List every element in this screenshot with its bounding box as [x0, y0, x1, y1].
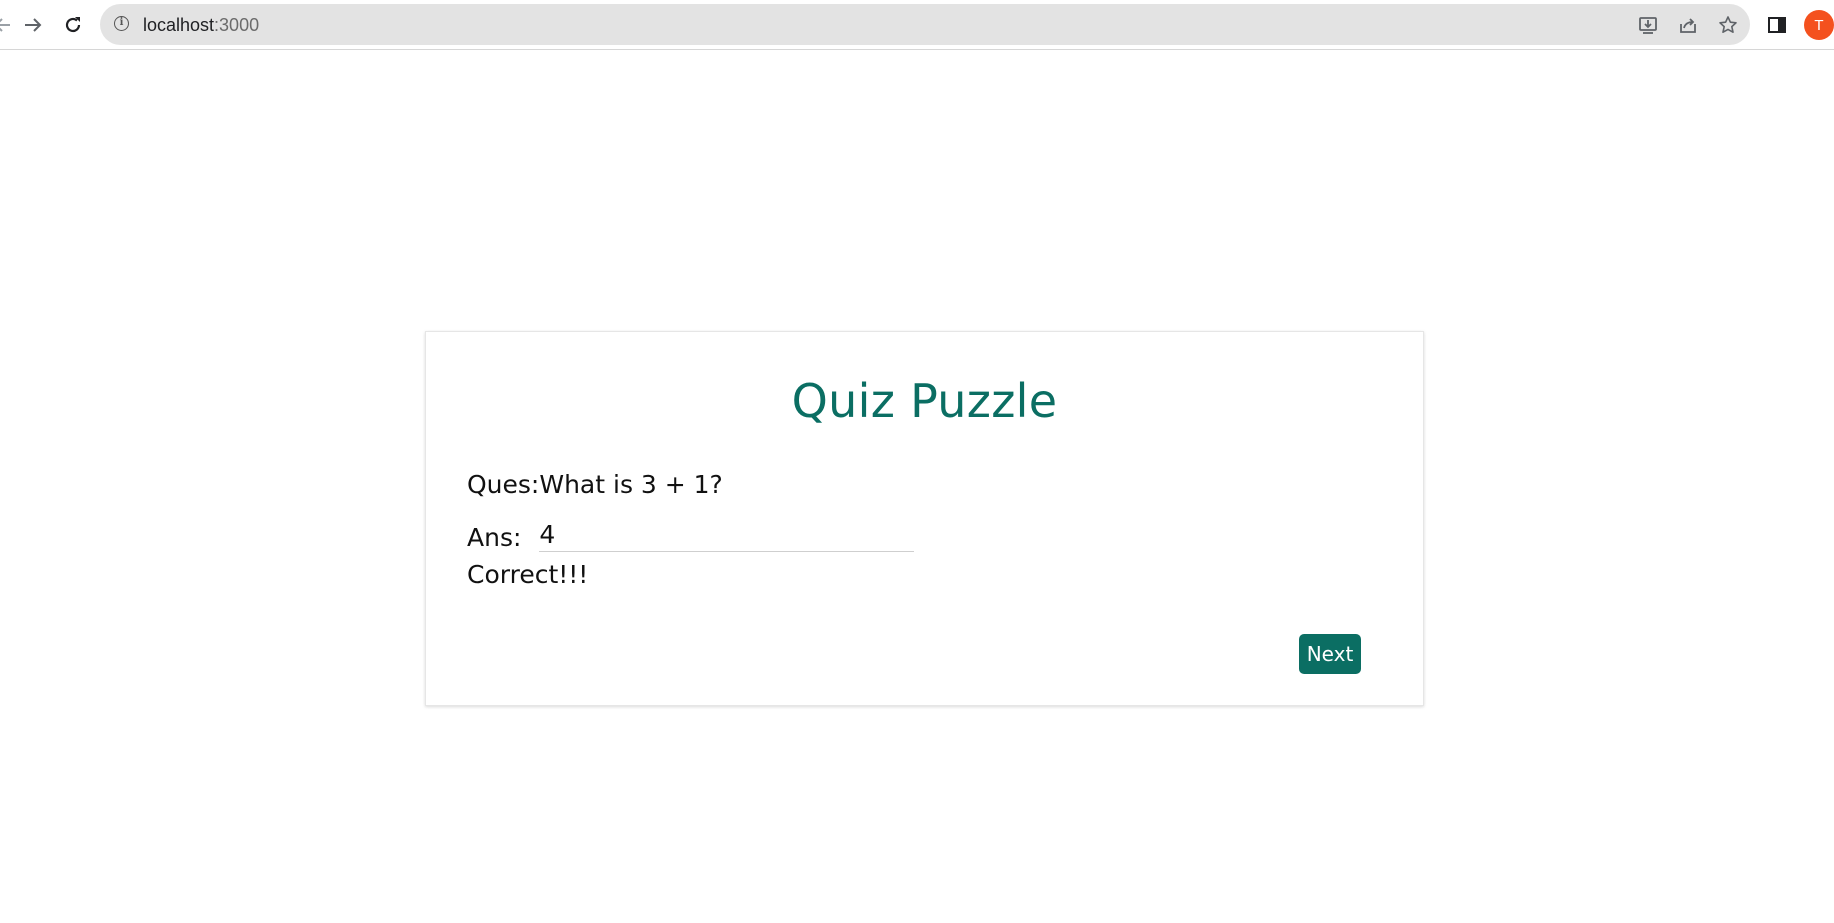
- back-icon[interactable]: [0, 10, 18, 40]
- side-panel-icon[interactable]: [1762, 10, 1792, 40]
- forward-icon[interactable]: [18, 10, 48, 40]
- url-host: localhost: [143, 15, 215, 35]
- address-bar[interactable]: i localhost:3000: [100, 4, 1750, 45]
- question-text: What is 3 + 1?: [539, 470, 723, 499]
- question-row: Ques:What is 3 + 1?: [467, 470, 723, 499]
- profile-avatar[interactable]: T: [1804, 10, 1834, 40]
- quiz-title: Quiz Puzzle: [791, 374, 1058, 428]
- answer-row: Ans:: [467, 518, 915, 552]
- url-port: :3000: [214, 15, 260, 35]
- share-icon[interactable]: [1676, 13, 1700, 37]
- profile-initial: T: [1814, 16, 1824, 34]
- question-prefix: Ques:: [467, 470, 540, 499]
- result-message: Correct!!!: [467, 560, 589, 589]
- browser-toolbar: i localhost:3000 T: [0, 0, 1834, 50]
- quiz-card: Quiz Puzzle Ques:What is 3 + 1? Ans: Cor…: [425, 331, 1424, 706]
- reload-icon[interactable]: [58, 10, 88, 40]
- url-text: localhost:3000: [143, 15, 259, 36]
- answer-input[interactable]: [539, 518, 915, 552]
- install-app-icon[interactable]: [1636, 13, 1660, 37]
- next-button[interactable]: Next: [1299, 634, 1361, 674]
- answer-label: Ans:: [467, 523, 522, 552]
- info-icon[interactable]: i: [114, 16, 129, 31]
- bookmark-star-icon[interactable]: [1716, 13, 1740, 37]
